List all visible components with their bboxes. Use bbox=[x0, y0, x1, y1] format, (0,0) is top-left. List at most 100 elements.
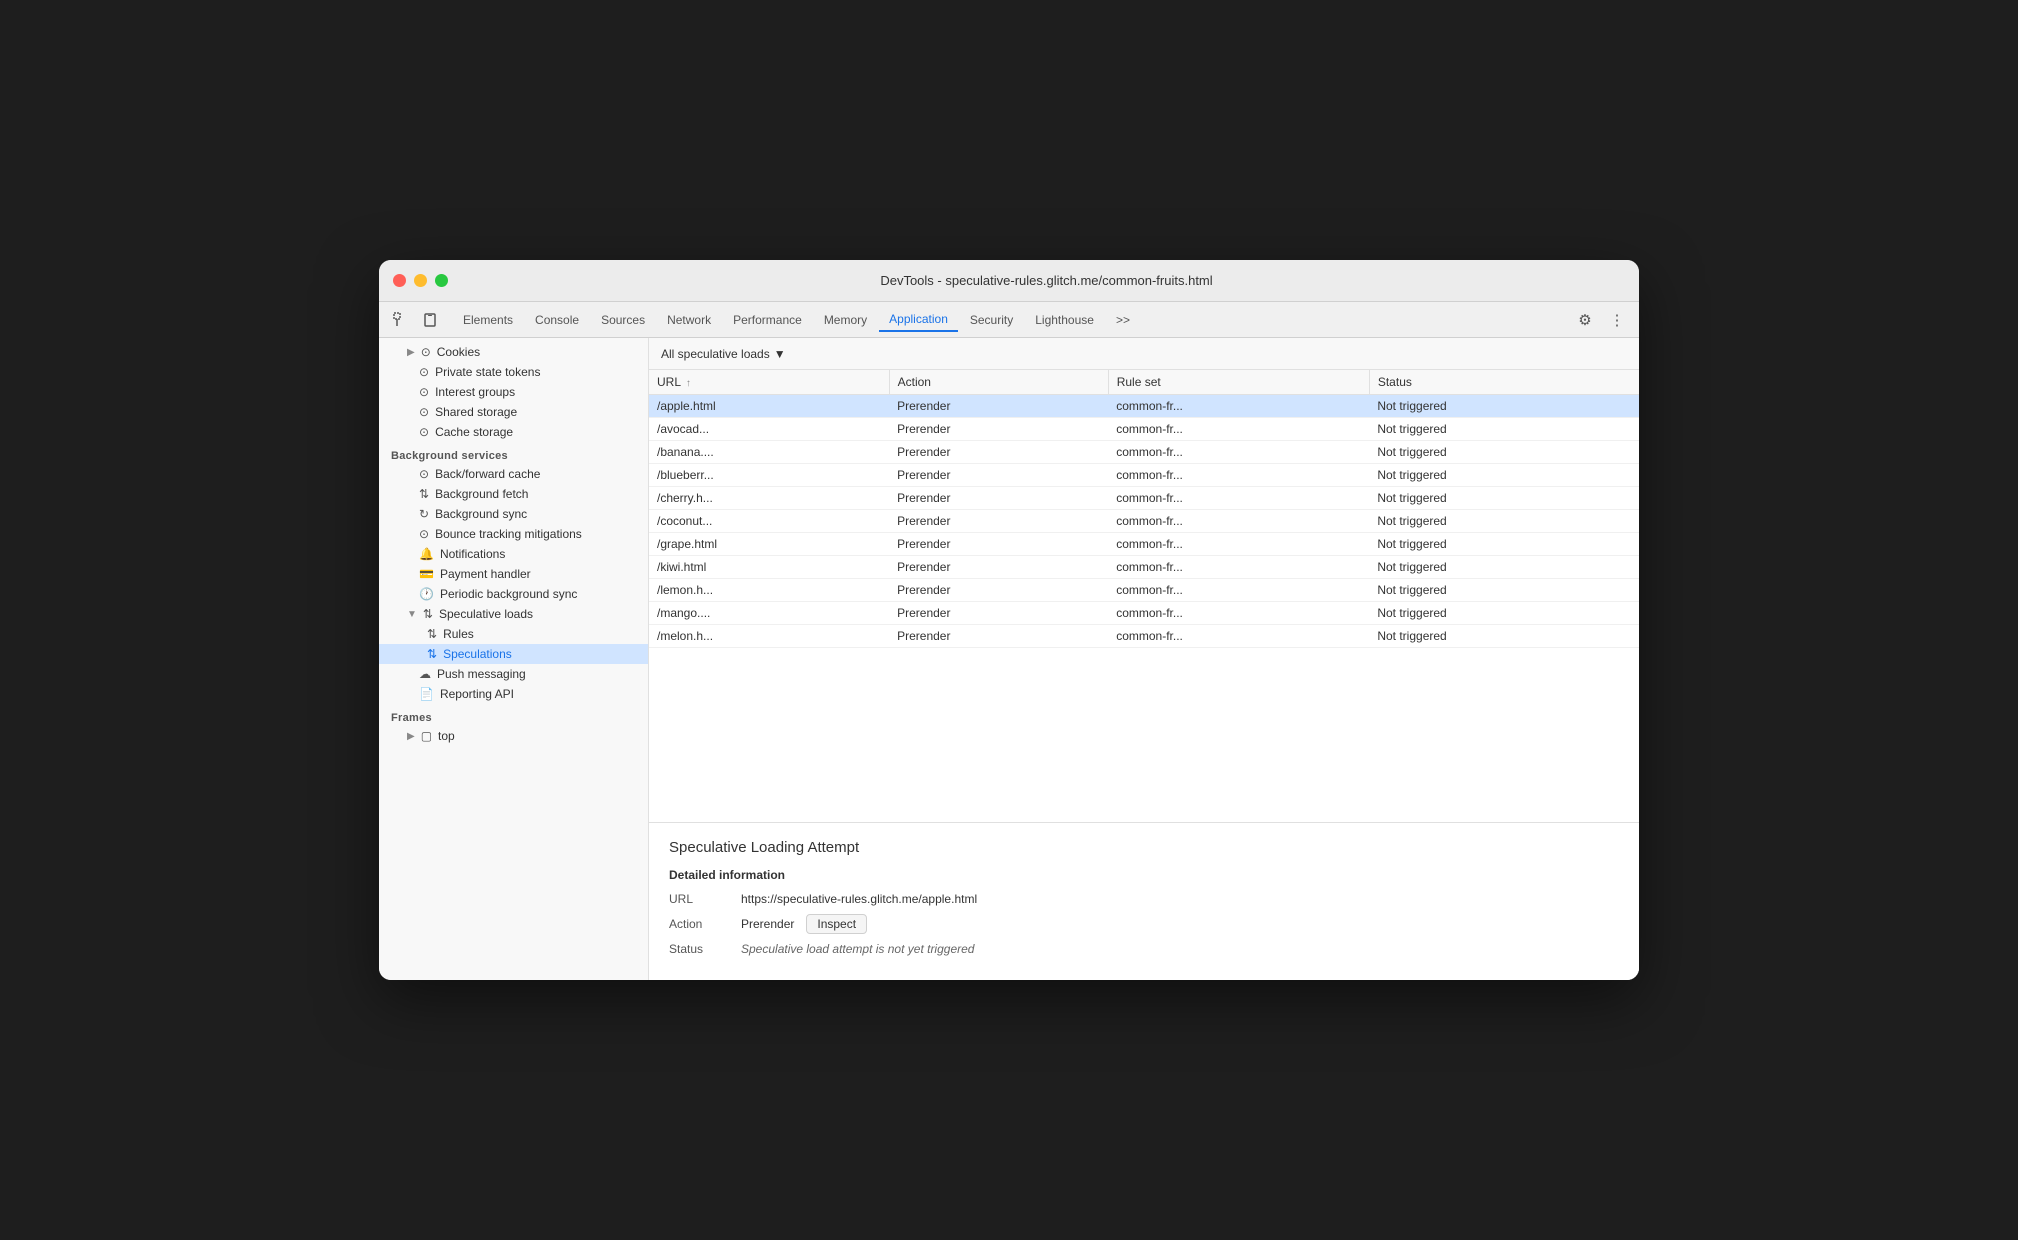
sidebar-item-payment-handler[interactable]: 💳 Payment handler bbox=[379, 564, 648, 584]
speculative-loads-table-area: URL ↑ Action Rule set Status /apple.html… bbox=[649, 370, 1639, 822]
cell-status: Not triggered bbox=[1369, 579, 1639, 602]
detail-status-label: Status bbox=[669, 942, 729, 956]
table-row[interactable]: /mango.... Prerender common-fr... Not tr… bbox=[649, 602, 1639, 625]
cell-status: Not triggered bbox=[1369, 395, 1639, 418]
cell-url: /grape.html bbox=[649, 533, 889, 556]
sidebar-item-interest-groups[interactable]: ⊙ Interest groups bbox=[379, 382, 648, 402]
detail-section-header: Detailed information bbox=[669, 868, 1619, 882]
cell-status: Not triggered bbox=[1369, 533, 1639, 556]
detail-title: Speculative Loading Attempt bbox=[669, 839, 1619, 856]
tab-sources[interactable]: Sources bbox=[591, 309, 655, 331]
cell-status: Not triggered bbox=[1369, 625, 1639, 648]
table-row[interactable]: /grape.html Prerender common-fr... Not t… bbox=[649, 533, 1639, 556]
cell-url: /melon.h... bbox=[649, 625, 889, 648]
detail-status-value: Speculative load attempt is not yet trig… bbox=[741, 942, 974, 956]
col-header-status[interactable]: Status bbox=[1369, 370, 1639, 395]
sidebar-item-speculations[interactable]: ⇅ Speculations bbox=[379, 644, 648, 664]
filter-dropdown[interactable]: All speculative loads ▼ bbox=[661, 347, 786, 361]
cell-ruleset: common-fr... bbox=[1108, 579, 1369, 602]
cell-ruleset: common-fr... bbox=[1108, 487, 1369, 510]
table-row[interactable]: /banana.... Prerender common-fr... Not t… bbox=[649, 441, 1639, 464]
sidebar-item-private-state-tokens[interactable]: ⊙ Private state tokens bbox=[379, 362, 648, 382]
devtools-tab-bar: Elements Console Sources Network Perform… bbox=[379, 302, 1639, 338]
tab-memory[interactable]: Memory bbox=[814, 309, 877, 331]
col-header-ruleset[interactable]: Rule set bbox=[1108, 370, 1369, 395]
sidebar-item-notifications[interactable]: 🔔 Notifications bbox=[379, 544, 648, 564]
maximize-button[interactable] bbox=[435, 274, 448, 287]
table-row[interactable]: /lemon.h... Prerender common-fr... Not t… bbox=[649, 579, 1639, 602]
settings-icon[interactable]: ⚙ bbox=[1571, 306, 1599, 334]
cell-ruleset: common-fr... bbox=[1108, 441, 1369, 464]
table-row[interactable]: /coconut... Prerender common-fr... Not t… bbox=[649, 510, 1639, 533]
sidebar: ▶ ⊙ Cookies ⊙ Private state tokens ⊙ Int… bbox=[379, 338, 649, 980]
cell-url: /mango.... bbox=[649, 602, 889, 625]
cell-action: Prerender bbox=[889, 602, 1108, 625]
detail-url-value: https://speculative-rules.glitch.me/appl… bbox=[741, 892, 977, 906]
device-toolbar-icon[interactable] bbox=[417, 306, 445, 334]
sidebar-item-push-messaging[interactable]: ☁ Push messaging bbox=[379, 664, 648, 684]
cell-action: Prerender bbox=[889, 510, 1108, 533]
tab-security[interactable]: Security bbox=[960, 309, 1023, 331]
detail-action-label: Action bbox=[669, 917, 729, 931]
cell-ruleset: common-fr... bbox=[1108, 602, 1369, 625]
sort-icon: ↑ bbox=[686, 378, 691, 389]
detail-url-label: URL bbox=[669, 892, 729, 906]
more-options-icon[interactable]: ⋮ bbox=[1603, 306, 1631, 334]
sidebar-item-periodic-background-sync[interactable]: 🕐 Periodic background sync bbox=[379, 584, 648, 604]
table-row[interactable]: /kiwi.html Prerender common-fr... Not tr… bbox=[649, 556, 1639, 579]
col-header-action[interactable]: Action bbox=[889, 370, 1108, 395]
cell-status: Not triggered bbox=[1369, 464, 1639, 487]
cell-url: /avocad... bbox=[649, 418, 889, 441]
tab-application[interactable]: Application bbox=[879, 308, 958, 332]
sidebar-item-background-sync[interactable]: ↻ Background sync bbox=[379, 504, 648, 524]
cell-action: Prerender bbox=[889, 625, 1108, 648]
cell-ruleset: common-fr... bbox=[1108, 395, 1369, 418]
devtools-window: DevTools - speculative-rules.glitch.me/c… bbox=[379, 260, 1639, 980]
close-button[interactable] bbox=[393, 274, 406, 287]
cell-ruleset: common-fr... bbox=[1108, 625, 1369, 648]
table-row[interactable]: /avocad... Prerender common-fr... Not tr… bbox=[649, 418, 1639, 441]
cell-action: Prerender bbox=[889, 487, 1108, 510]
sidebar-item-top[interactable]: ▶ ▢ top bbox=[379, 726, 648, 746]
sidebar-item-rules[interactable]: ⇅ Rules bbox=[379, 624, 648, 644]
speculative-loads-table: URL ↑ Action Rule set Status /apple.html… bbox=[649, 370, 1639, 648]
detail-action-value: Prerender bbox=[741, 917, 794, 931]
tab-lighthouse[interactable]: Lighthouse bbox=[1025, 309, 1104, 331]
tab-performance[interactable]: Performance bbox=[723, 309, 812, 331]
sidebar-item-reporting-api[interactable]: 📄 Reporting API bbox=[379, 684, 648, 704]
sidebar-item-bounce-tracking[interactable]: ⊙ Bounce tracking mitigations bbox=[379, 524, 648, 544]
table-row[interactable]: /cherry.h... Prerender common-fr... Not … bbox=[649, 487, 1639, 510]
background-services-header: Background services bbox=[379, 442, 648, 464]
window-title: DevTools - speculative-rules.glitch.me/c… bbox=[468, 273, 1625, 288]
sidebar-item-cache-storage[interactable]: ⊙ Cache storage bbox=[379, 422, 648, 442]
sidebar-item-shared-storage[interactable]: ⊙ Shared storage bbox=[379, 402, 648, 422]
cell-url: /apple.html bbox=[649, 395, 889, 418]
cell-action: Prerender bbox=[889, 395, 1108, 418]
table-row[interactable]: /melon.h... Prerender common-fr... Not t… bbox=[649, 625, 1639, 648]
cell-url: /banana.... bbox=[649, 441, 889, 464]
tab-network[interactable]: Network bbox=[657, 309, 721, 331]
cell-action: Prerender bbox=[889, 464, 1108, 487]
traffic-lights bbox=[393, 274, 448, 287]
panel-toolbar: All speculative loads ▼ bbox=[649, 338, 1639, 370]
tab-elements[interactable]: Elements bbox=[453, 309, 523, 331]
sidebar-item-back-forward-cache[interactable]: ⊙ Back/forward cache bbox=[379, 464, 648, 484]
table-row[interactable]: /blueberr... Prerender common-fr... Not … bbox=[649, 464, 1639, 487]
cell-action: Prerender bbox=[889, 533, 1108, 556]
cell-action: Prerender bbox=[889, 441, 1108, 464]
inspect-button[interactable]: Inspect bbox=[806, 914, 867, 934]
tab-console[interactable]: Console bbox=[525, 309, 589, 331]
sidebar-item-speculative-loads[interactable]: ▼ ⇅ Speculative loads bbox=[379, 604, 648, 624]
cell-ruleset: common-fr... bbox=[1108, 418, 1369, 441]
tab-more[interactable]: >> bbox=[1106, 309, 1140, 331]
cell-status: Not triggered bbox=[1369, 487, 1639, 510]
table-header-row: URL ↑ Action Rule set Status bbox=[649, 370, 1639, 395]
titlebar: DevTools - speculative-rules.glitch.me/c… bbox=[379, 260, 1639, 302]
sidebar-item-cookies[interactable]: ▶ ⊙ Cookies bbox=[379, 342, 648, 362]
table-row[interactable]: /apple.html Prerender common-fr... Not t… bbox=[649, 395, 1639, 418]
sidebar-item-background-fetch[interactable]: ⇅ Background fetch bbox=[379, 484, 648, 504]
col-header-url[interactable]: URL ↑ bbox=[649, 370, 889, 395]
minimize-button[interactable] bbox=[414, 274, 427, 287]
cell-action: Prerender bbox=[889, 418, 1108, 441]
inspect-element-icon[interactable] bbox=[387, 306, 415, 334]
